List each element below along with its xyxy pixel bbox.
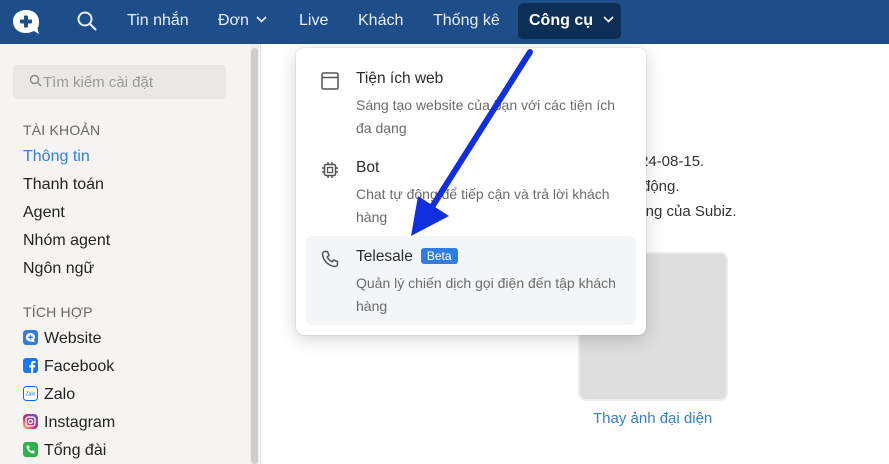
chevron-down-icon (256, 16, 267, 23)
menu-item-title: Tiện ích web (356, 70, 444, 87)
menu-item-description: Chat tự động để tiếp cận và trả lời khác… (356, 186, 610, 225)
phone-icon (321, 250, 339, 268)
sidebar-item-agent[interactable]: Agent (23, 204, 65, 222)
menu-item-telesale[interactable]: Telesale Beta Quản lý chiến dịch gọi điện… (306, 236, 636, 325)
chevron-down-icon (603, 16, 614, 23)
divider (260, 44, 261, 464)
top-nav: Tin nhắn Đơn Live Khách Thống kê Công cụ (0, 0, 889, 44)
menu-item-description: Sáng tạo website của bạn với các tiện íc… (356, 97, 615, 136)
settings-search[interactable] (13, 65, 226, 99)
search-icon (29, 74, 42, 87)
sidebar-scrollbar-thumb[interactable] (251, 48, 258, 464)
sidebar-item-nhom-agent[interactable]: Nhóm agent (23, 232, 110, 250)
section-header-account: TÀI KHOẢN (23, 122, 101, 138)
menu-item-description: Quản lý chiến dịch gọi điện đến tập khác… (356, 275, 616, 314)
zalo-icon: Zalo (23, 386, 38, 401)
nav-cong-cu[interactable]: Công cụ (518, 3, 621, 39)
menu-item-bot[interactable]: Bot Chat tự động để tiếp cận và trả lời … (306, 147, 636, 231)
search-icon[interactable] (76, 10, 98, 32)
nav-don[interactable]: Đơn (218, 0, 267, 44)
profile-text-line-2: động. (642, 178, 680, 195)
nav-khach[interactable]: Khách (358, 0, 403, 44)
profile-text-line-1: 24-08-15. (640, 153, 705, 170)
change-avatar-link[interactable]: Thay ảnh đại diện (593, 410, 712, 427)
sidebar-item-website[interactable]: Website (23, 330, 102, 348)
settings-search-input[interactable] (43, 65, 223, 99)
chip-icon (322, 162, 338, 178)
nav-thong-ke[interactable]: Thống kê (433, 0, 500, 44)
browser-window-icon (321, 72, 339, 90)
section-header-integration: TÍCH HỢP (23, 304, 93, 320)
website-icon (23, 330, 38, 345)
sidebar-item-thanh-toan[interactable]: Thanh toán (23, 176, 104, 194)
facebook-icon (23, 358, 38, 373)
sidebar-item-thong-tin[interactable]: Thông tin (23, 148, 90, 166)
instagram-icon (23, 414, 38, 429)
menu-item-title: Bot (356, 159, 380, 176)
sidebar-item-facebook[interactable]: Facebook (23, 358, 114, 376)
nav-live[interactable]: Live (299, 0, 328, 44)
sidebar-item-zalo[interactable]: Zalo Zalo (23, 386, 75, 404)
sidebar-item-tong-dai[interactable]: Tổng đài (23, 442, 106, 460)
sidebar-item-ngon-ngu[interactable]: Ngôn ngữ (23, 260, 94, 278)
beta-badge: Beta (420, 248, 458, 264)
svg-text:Zalo: Zalo (26, 392, 36, 398)
phone-icon (23, 442, 38, 457)
sidebar-item-instagram[interactable]: Instagram (23, 414, 115, 432)
menu-item-tien-ich-web[interactable]: Tiện ích web Sáng tạo website của bạn vớ… (306, 58, 636, 142)
menu-item-title: Telesale Beta (356, 248, 458, 266)
chat-plus-icon[interactable] (11, 8, 41, 36)
nav-tin-nhan[interactable]: Tin nhắn (127, 0, 189, 44)
tools-dropdown-menu: Tiện ích web Sáng tạo website của bạn vớ… (296, 48, 646, 335)
